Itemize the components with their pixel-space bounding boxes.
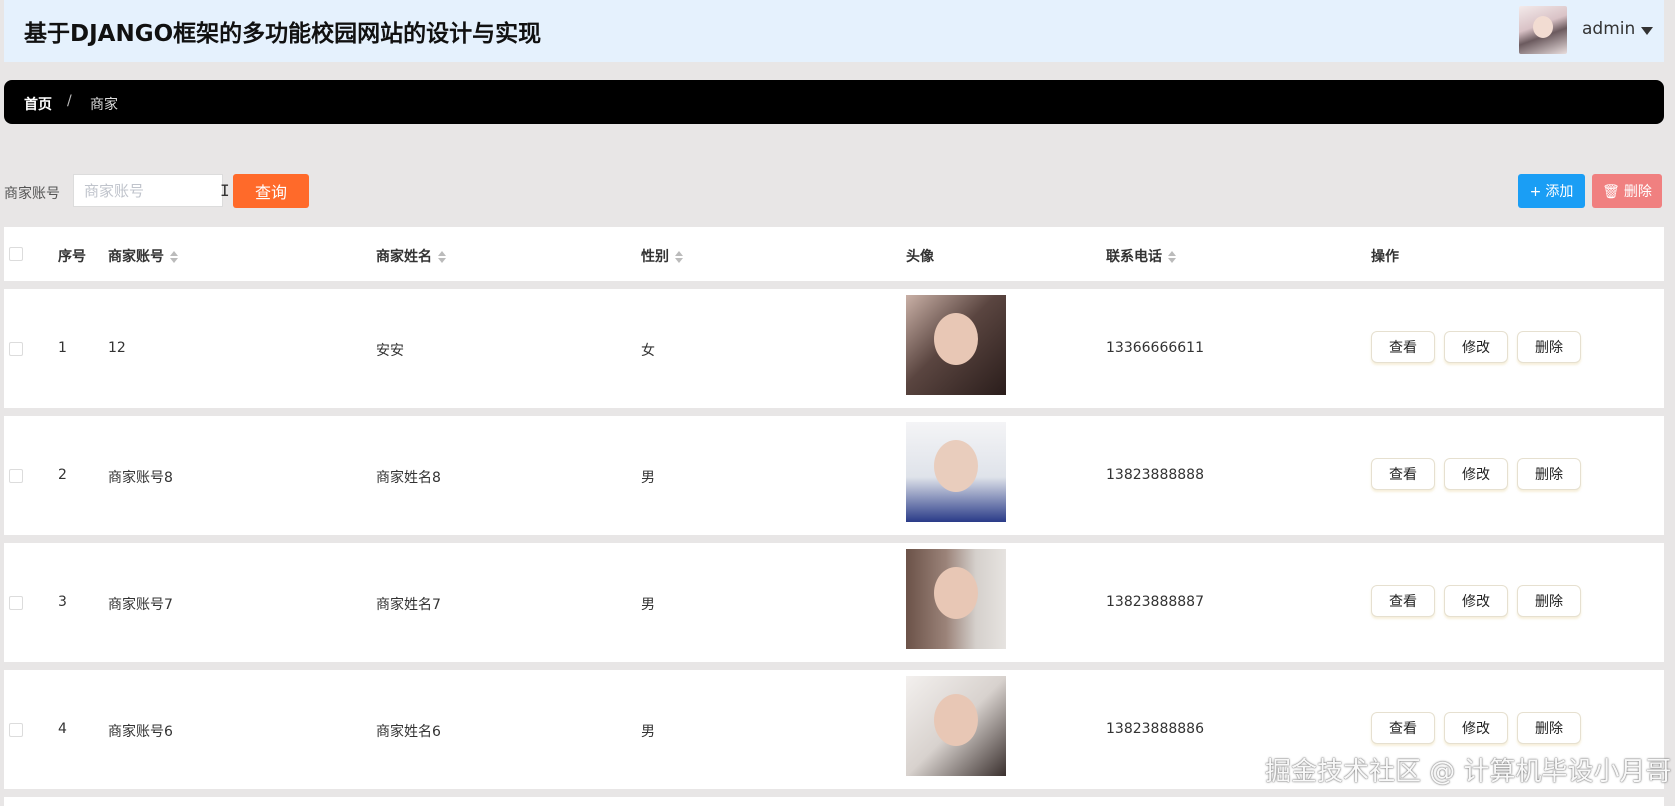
row-checkbox[interactable]: [9, 469, 23, 483]
table-row: [4, 797, 1664, 806]
chevron-down-icon[interactable]: [1641, 27, 1653, 35]
user-name[interactable]: admin: [1582, 19, 1635, 39]
cell-phone: 13823888886: [1106, 721, 1204, 737]
sort-icon[interactable]: [438, 251, 446, 263]
table-row: 2 商家账号8 商家姓名8 男 13823888888 查看 修改 删除: [4, 416, 1664, 535]
add-button-label: 添加: [1545, 184, 1574, 200]
delete-button[interactable]: 删除: [1517, 458, 1581, 490]
cell-phone: 13366666611: [1106, 340, 1204, 356]
sort-icon[interactable]: [170, 251, 178, 263]
avatar-image: [906, 549, 1006, 649]
cell-name: 商家姓名6: [376, 724, 441, 740]
breadcrumb-current: 商家: [90, 97, 118, 113]
avatar-image: [906, 295, 1006, 395]
cell-index: 1: [58, 340, 67, 356]
header-avatar: 头像: [906, 249, 934, 265]
cell-gender: 女: [641, 343, 655, 359]
cell-gender: 男: [641, 597, 655, 613]
view-button[interactable]: 查看: [1371, 712, 1435, 744]
delete-button[interactable]: 删除: [1517, 585, 1581, 617]
user-avatar[interactable]: [1519, 6, 1567, 54]
select-all-checkbox[interactable]: [9, 247, 23, 261]
header-phone[interactable]: 联系电话: [1106, 246, 1176, 266]
add-button[interactable]: + 添加: [1518, 174, 1585, 208]
delete-button[interactable]: 删除: [1517, 331, 1581, 363]
table-row: 3 商家账号7 商家姓名7 男 13823888887 查看 修改 删除: [4, 543, 1664, 662]
cell-phone: 13823888887: [1106, 594, 1204, 610]
breadcrumb-home[interactable]: 首页: [24, 94, 52, 114]
cell-name: 商家姓名7: [376, 597, 441, 613]
delete-button[interactable]: 删除: [1517, 712, 1581, 744]
view-button[interactable]: 查看: [1371, 458, 1435, 490]
bulk-delete-button[interactable]: 🗑 删除: [1592, 174, 1662, 208]
cell-account: 12: [108, 340, 126, 356]
cell-name: 安安: [376, 343, 404, 359]
header-index: 序号: [58, 249, 86, 265]
watermark-text: 掘金技术社区 @ 计算机毕设小月哥: [1265, 757, 1672, 787]
header-actions: 操作: [1371, 249, 1399, 265]
header-account-label: 商家账号: [108, 249, 164, 265]
avatar-image: [906, 422, 1006, 522]
plus-icon: +: [1529, 184, 1542, 200]
header-account[interactable]: 商家账号: [108, 246, 178, 266]
cell-gender: 男: [641, 470, 655, 486]
edit-button[interactable]: 修改: [1444, 331, 1508, 363]
header-name[interactable]: 商家姓名: [376, 246, 446, 266]
sort-icon[interactable]: [675, 251, 683, 263]
cell-phone: 13823888888: [1106, 467, 1204, 483]
row-checkbox[interactable]: [9, 342, 23, 356]
cell-gender: 男: [641, 724, 655, 740]
query-button[interactable]: 查询: [233, 174, 309, 208]
cell-index: 3: [58, 594, 67, 610]
cell-name: 商家姓名8: [376, 470, 441, 486]
cell-account: 商家账号6: [108, 724, 173, 740]
search-input[interactable]: [73, 174, 223, 207]
edit-button[interactable]: 修改: [1444, 585, 1508, 617]
breadcrumb: 首页 / 商家: [4, 80, 1664, 124]
app-title: 基于DJANGO框架的多功能校园网站的设计与实现: [24, 21, 542, 47]
bulk-delete-button-label: 删除: [1623, 184, 1652, 200]
view-button[interactable]: 查看: [1371, 585, 1435, 617]
row-checkbox[interactable]: [9, 596, 23, 610]
cell-account: 商家账号8: [108, 470, 173, 486]
trash-icon: 🗑: [1602, 184, 1620, 200]
row-checkbox[interactable]: [9, 723, 23, 737]
header-gender[interactable]: 性别: [641, 246, 683, 266]
header-phone-label: 联系电话: [1106, 249, 1162, 265]
header-name-label: 商家姓名: [376, 249, 432, 265]
header-gender-label: 性别: [641, 249, 669, 265]
top-header: 基于DJANGO框架的多功能校园网站的设计与实现 admin: [4, 0, 1664, 62]
text-cursor-icon: I: [220, 181, 230, 200]
cell-account: 商家账号7: [108, 597, 173, 613]
table-header: 序号 商家账号 商家姓名 性别 头像 联系电话 操作: [4, 227, 1664, 281]
breadcrumb-separator: /: [67, 93, 72, 109]
sort-icon[interactable]: [1168, 251, 1176, 263]
avatar-image: [906, 676, 1006, 776]
cell-index: 4: [58, 721, 67, 737]
edit-button[interactable]: 修改: [1444, 458, 1508, 490]
table-row: 1 12 安安 女 13366666611 查看 修改 删除: [4, 289, 1664, 408]
cell-index: 2: [58, 467, 67, 483]
view-button[interactable]: 查看: [1371, 331, 1435, 363]
edit-button[interactable]: 修改: [1444, 712, 1508, 744]
search-label: 商家账号: [4, 186, 60, 202]
